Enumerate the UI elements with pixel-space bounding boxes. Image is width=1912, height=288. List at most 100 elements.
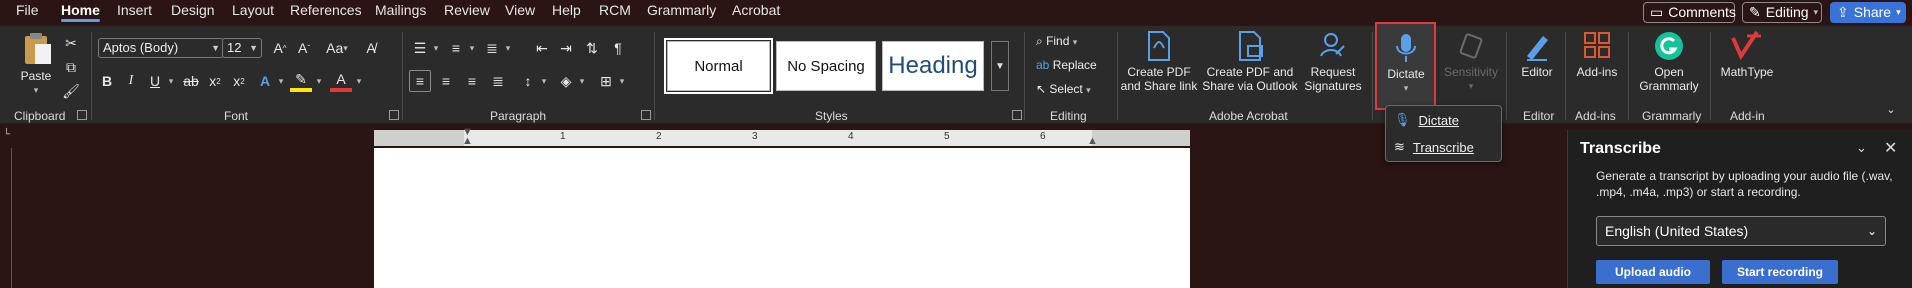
- menu-item-transcribe[interactable]: ≋ Transcribe: [1394, 136, 1494, 158]
- chevron-down-icon[interactable]: ▾: [533, 70, 555, 92]
- align-center-icon[interactable]: ≡: [435, 70, 457, 92]
- editing-mode-button[interactable]: ✎ Editing ▾: [1742, 2, 1822, 23]
- pane-title: Transcribe: [1580, 140, 1661, 157]
- tab-selector-icon[interactable]: └: [3, 129, 10, 140]
- chevron-down-icon[interactable]: ▾: [611, 70, 633, 92]
- ruler-number: 5: [944, 131, 950, 142]
- close-icon[interactable]: ✕: [1884, 138, 1897, 158]
- language-select[interactable]: English (United States) ⌄: [1596, 216, 1886, 246]
- strikethrough-icon[interactable]: ab: [180, 70, 202, 92]
- font-group-label: Font: [224, 109, 249, 123]
- editor-label: Editor: [1521, 65, 1553, 79]
- add-ins-button[interactable]: Add-ins: [1570, 30, 1624, 79]
- tab-mailings[interactable]: Mailings: [375, 0, 426, 22]
- tab-home[interactable]: Home: [61, 0, 100, 22]
- increase-indent-icon[interactable]: ⇥: [555, 37, 577, 59]
- group-separator: [1710, 32, 1711, 120]
- font-family-value: Aptos (Body): [103, 40, 179, 55]
- font-launcher-icon[interactable]: ↘: [389, 110, 399, 120]
- mathtype-button[interactable]: MathType: [1714, 30, 1780, 79]
- ruler-number: 2: [656, 131, 662, 142]
- tab-help[interactable]: Help: [552, 0, 581, 22]
- sort-icon[interactable]: ⇅: [581, 37, 603, 59]
- styles-launcher-icon[interactable]: ↘: [1012, 110, 1022, 120]
- tab-file[interactable]: File: [16, 0, 39, 22]
- vertical-ruler[interactable]: [0, 148, 12, 288]
- decrease-indent-icon[interactable]: ⇤: [531, 37, 553, 59]
- styles-more-icon[interactable]: ▼: [991, 41, 1009, 91]
- chevron-down-icon[interactable]: ▾: [160, 70, 182, 92]
- menu-item-dictate[interactable]: 🎙 Dictate: [1394, 109, 1494, 131]
- paragraph-launcher-icon[interactable]: ↘: [641, 110, 651, 120]
- find-button[interactable]: ⌕ Find ▾: [1036, 34, 1077, 49]
- chevron-down-icon[interactable]: ▾: [571, 70, 593, 92]
- chevron-down-icon[interactable]: ▾: [497, 37, 519, 59]
- align-right-icon[interactable]: ≡: [461, 70, 483, 92]
- right-indent-icon[interactable]: ▲: [1087, 135, 1098, 147]
- show-formatting-icon[interactable]: ¶: [607, 37, 629, 59]
- tab-design[interactable]: Design: [171, 0, 215, 22]
- comments-button[interactable]: ▭ Comments: [1643, 2, 1736, 23]
- right-margin-shade: [1092, 130, 1190, 146]
- grammarly-label: Grammarly: [1639, 79, 1699, 93]
- tab-grammarly[interactable]: Grammarly: [647, 0, 716, 22]
- collapse-ribbon-icon[interactable]: ⌄: [1880, 98, 1902, 120]
- copy-icon[interactable]: ⧉: [60, 56, 82, 78]
- paste-button[interactable]: Paste ▾: [14, 30, 58, 97]
- replace-button[interactable]: ab Replace: [1036, 58, 1097, 72]
- chevron-down-icon[interactable]: ▾: [270, 70, 292, 92]
- italic-icon[interactable]: I: [120, 70, 142, 92]
- style-normal[interactable]: Normal: [664, 38, 773, 94]
- request-label: Request: [1310, 65, 1356, 79]
- shrink-font-icon[interactable]: Aˇ: [293, 37, 315, 59]
- clipboard-launcher-icon[interactable]: ↘: [77, 110, 87, 120]
- dictate-label: Dictate: [1387, 67, 1425, 81]
- chevron-down-icon[interactable]: ▾: [461, 37, 483, 59]
- font-size-select[interactable]: 12 ▼: [222, 38, 262, 58]
- chevron-down-icon[interactable]: ▾: [308, 70, 330, 92]
- chevron-down-icon[interactable]: ▾: [348, 70, 370, 92]
- tab-rcm[interactable]: RCM: [599, 0, 631, 22]
- signature-icon: [1320, 33, 1345, 57]
- cut-icon[interactable]: ✂: [60, 32, 82, 54]
- sensitivity-button[interactable]: Sensitivity ▾: [1440, 30, 1502, 93]
- open-grammarly-button[interactable]: Open Grammarly: [1632, 30, 1706, 93]
- style-no-spacing[interactable]: No Spacing: [776, 41, 876, 91]
- create-pdf-share-link-button[interactable]: Create PDF and Share link: [1120, 30, 1198, 93]
- subscript-icon[interactable]: x2: [204, 70, 226, 92]
- align-left-icon[interactable]: ≡: [409, 70, 431, 92]
- tab-review[interactable]: Review: [444, 0, 490, 22]
- style-heading[interactable]: Heading: [882, 41, 984, 91]
- dictate-button[interactable]: Dictate ▾: [1381, 32, 1431, 95]
- tab-references[interactable]: References: [290, 0, 362, 22]
- share-button[interactable]: ⇪ Share ▾: [1830, 2, 1906, 23]
- editor-button[interactable]: Editor: [1513, 30, 1561, 79]
- tab-layout[interactable]: Layout: [232, 0, 274, 22]
- tab-view[interactable]: View: [505, 0, 535, 22]
- hanging-indent-icon[interactable]: ▲: [462, 135, 473, 147]
- signatures-label: Signatures: [1304, 79, 1362, 93]
- chevron-down-icon[interactable]: ▾: [425, 37, 447, 59]
- paragraph-group-label: Paragraph: [490, 109, 547, 123]
- horizontal-ruler[interactable]: ▼ ▲ ▲ 1 2 3 4 5 6: [374, 126, 1190, 147]
- pencil-icon: ✎: [1749, 4, 1761, 20]
- upload-audio-button[interactable]: Upload audio: [1596, 260, 1710, 284]
- microphone-icon: 🎙: [1394, 112, 1411, 127]
- pane-options-icon[interactable]: ⌄: [1856, 140, 1867, 156]
- bold-icon[interactable]: B: [96, 70, 118, 92]
- format-painter-icon[interactable]: 🖌: [60, 80, 82, 102]
- create-pdf-share-outlook-button[interactable]: Create PDF and Share via Outlook: [1200, 30, 1300, 93]
- document-page[interactable]: [374, 148, 1190, 288]
- superscript-icon[interactable]: x2: [228, 70, 250, 92]
- font-family-select[interactable]: Aptos (Body) ▼: [98, 38, 224, 58]
- microphone-icon: [1396, 34, 1416, 62]
- tab-acrobat[interactable]: Acrobat: [732, 0, 780, 22]
- select-button[interactable]: ↖ Select ▾: [1036, 82, 1091, 96]
- justify-icon[interactable]: ≣: [487, 70, 509, 92]
- grow-font-icon[interactable]: A ^: [269, 37, 291, 59]
- start-recording-button[interactable]: Start recording: [1722, 260, 1838, 284]
- tab-insert[interactable]: Insert: [117, 0, 152, 22]
- request-signatures-button[interactable]: Request Signatures: [1302, 30, 1364, 93]
- change-case-icon[interactable]: Aa ▾: [322, 37, 352, 59]
- clear-formatting-icon[interactable]: A̸: [360, 37, 382, 59]
